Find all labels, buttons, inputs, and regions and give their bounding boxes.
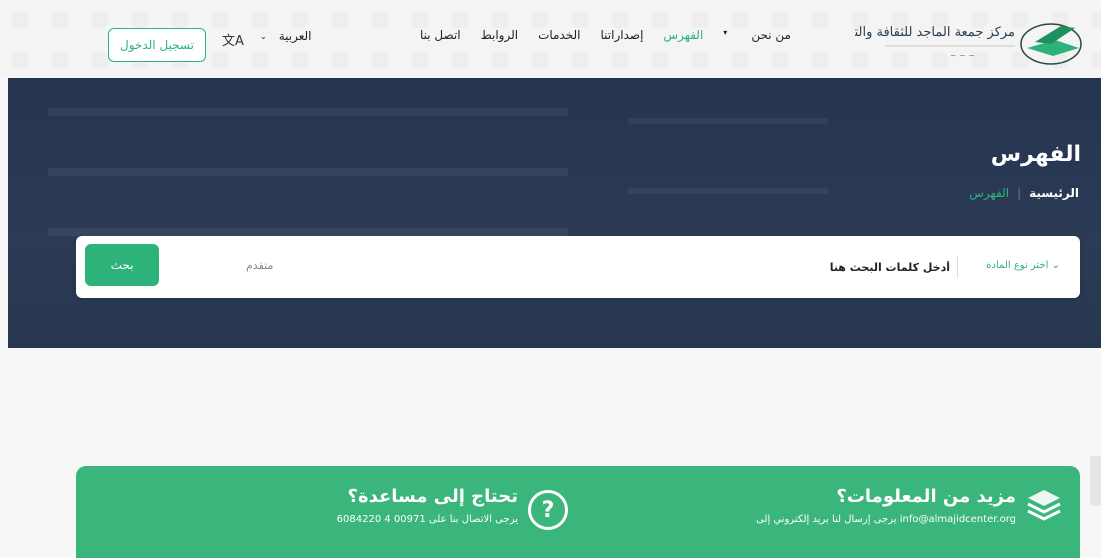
question-icon: ? <box>528 490 568 530</box>
chevron-down-icon: ⌄ <box>260 31 267 41</box>
advanced-search-link[interactable]: متقدم <box>246 259 273 272</box>
caret-down-icon: ▾ <box>723 28 728 37</box>
search-button[interactable]: بحث <box>85 244 159 286</box>
nav-item[interactable]: الروابط <box>481 28 518 42</box>
page-title: الفهرس <box>990 142 1081 167</box>
main-nav: من نحن ▾ الفهرس إصداراتنا الخدمات الروابط اتصل… <box>420 28 791 42</box>
svg-text:~ ~ ~: ~ ~ ~ <box>950 51 975 60</box>
hero-banner: الفهرس الرئيسية | الفهرس <box>8 78 1101 348</box>
logo[interactable]: مركز جمعة الماجد للثقافة والتراث ~ ~ ~ <box>855 14 1083 70</box>
breadcrumb: الرئيسية | الفهرس <box>969 186 1079 200</box>
nav-item[interactable]: الفهرس <box>663 28 703 42</box>
login-button[interactable]: تسجيل الدخول <box>108 28 206 62</box>
search-input[interactable] <box>390 254 950 280</box>
scroll-handle[interactable] <box>1090 456 1101 506</box>
language-selector[interactable]: ⌄ العربية <box>260 29 312 43</box>
nav-item[interactable]: من نحن <box>751 28 791 42</box>
language-label: العربية <box>278 29 312 43</box>
contact-band: مزيد من المعلومات؟ يرجى إرسال لنا بريد إ… <box>76 466 1080 558</box>
nav-item[interactable]: الخدمات <box>538 28 580 42</box>
help-title: تحتاج إلى مساعدة؟ <box>347 486 518 507</box>
translate-icon[interactable]: 文A <box>222 30 244 49</box>
breadcrumb-home[interactable]: الرئيسية <box>1029 186 1079 200</box>
chevron-down-icon: ⌄ <box>1051 260 1060 271</box>
material-type-label: اختر نوع المادة <box>986 260 1049 271</box>
help-phone-text[interactable]: يرجى الاتصال بنا على 00971 4 6084220 <box>322 514 518 525</box>
layers-icon <box>1027 490 1061 521</box>
search-bar: اختر نوع المادة ⌄ متقدم بحث <box>76 236 1080 298</box>
breadcrumb-current: الفهرس <box>969 186 1010 200</box>
info-email-text[interactable]: يرجى إرسال لنا بريد إلكتروني إلى info@al… <box>756 514 1016 525</box>
book-icon <box>1020 23 1082 65</box>
divider <box>957 256 958 278</box>
svg-text:مركز جمعة الماجد للثقافة والتر: مركز جمعة الماجد للثقافة والتراث <box>855 25 1015 40</box>
nav-item[interactable]: اتصل بنا <box>420 28 461 42</box>
nav-item[interactable]: إصداراتنا <box>601 28 644 42</box>
info-title: مزيد من المعلومات؟ <box>836 486 1016 507</box>
breadcrumb-separator: | <box>1017 186 1022 200</box>
site-header: مركز جمعة الماجد للثقافة والتراث ~ ~ ~ م… <box>0 0 1101 78</box>
material-type-select[interactable]: اختر نوع المادة ⌄ <box>986 260 1064 271</box>
